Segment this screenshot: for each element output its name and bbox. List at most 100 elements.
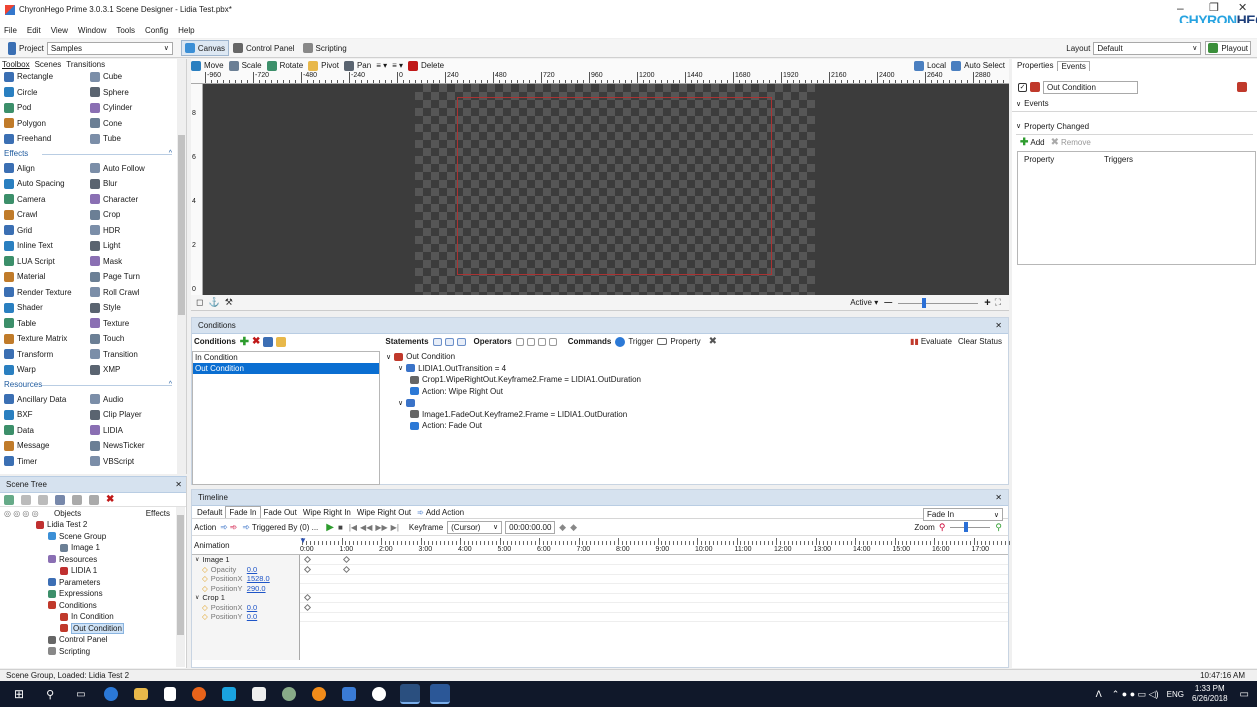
tool-timer[interactable]: Timer [0, 454, 86, 470]
tool-inline-text[interactable]: Inline Text [0, 238, 86, 254]
action-in-icon[interactable]: ➾ [220, 522, 228, 533]
prev-keyframe-icon[interactable]: ◆ [559, 522, 566, 533]
chyron-task-icon[interactable] [399, 684, 420, 704]
playout-button[interactable]: Playout [1205, 41, 1251, 55]
tool-page-turn[interactable]: Page Turn [86, 269, 172, 285]
tree-item-scene-group[interactable]: Scene Group [4, 531, 186, 543]
conditions-close[interactable]: ✕ [995, 321, 1002, 330]
scene-tree-scrollbar[interactable] [176, 507, 185, 667]
toolbox-tab-transitions[interactable]: Transitions [66, 60, 105, 69]
tool-texture-matrix[interactable]: Texture Matrix [0, 331, 86, 347]
skype-icon[interactable] [221, 687, 236, 701]
effects-header[interactable]: Effects ^ [0, 147, 186, 161]
search-icon[interactable]: ⚲ [46, 688, 54, 701]
zoom-in-button[interactable]: + [984, 297, 990, 309]
keyframe-marker[interactable] [303, 603, 312, 611]
tool-circle[interactable]: Circle [0, 85, 86, 101]
delete-condition-icon[interactable]: ✖ [252, 336, 260, 347]
track-image-1[interactable]: ∨ Image 1 [192, 555, 299, 565]
tree-item-out-condition[interactable]: Out Condition [4, 622, 186, 635]
clear-command-icon[interactable]: ✖ [709, 336, 717, 347]
keyframe-diamond-icon[interactable]: ◇ [202, 584, 208, 593]
tool-camera[interactable]: Camera [0, 192, 86, 208]
tool-polygon[interactable]: Polygon [0, 116, 86, 132]
keyframe-diamond-icon[interactable]: ◇ [202, 565, 208, 574]
keyframe-marker[interactable] [303, 593, 312, 602]
keyframe-diamond-icon[interactable]: ◇ [202, 574, 208, 583]
play-icon[interactable]: ▶ [326, 522, 334, 533]
tab-scripting[interactable]: Scripting [299, 40, 351, 56]
canvas-local-button[interactable]: Local [913, 60, 946, 71]
op-equals-icon[interactable] [515, 337, 524, 346]
expand-icon[interactable]: ∨ [386, 353, 391, 361]
properties-tab-events[interactable]: Events [1057, 60, 1090, 71]
track-value[interactable]: 0.0 [247, 612, 257, 621]
app-icon-d[interactable] [371, 687, 386, 701]
keyframe-mode-dropdown[interactable]: (Cursor) ∨ [447, 520, 503, 534]
tool-transform[interactable]: Transform [0, 347, 86, 363]
project-dropdown[interactable]: Samples ∨ [46, 41, 173, 55]
tool-roll-crawl[interactable]: Roll Crawl [86, 285, 172, 301]
tool-lidia[interactable]: LIDIA [86, 423, 172, 439]
file-explorer-icon[interactable] [133, 688, 148, 700]
toolbox-tab-scenes[interactable]: Scenes [35, 60, 62, 69]
align-dropdown[interactable]: ≡ ▾ [376, 61, 387, 70]
menu-file[interactable]: File [4, 23, 17, 38]
copy-icon[interactable] [21, 494, 31, 505]
menu-tools[interactable]: Tools [116, 23, 135, 38]
expand-icon[interactable]: ∨ [195, 556, 199, 563]
canvas-stage[interactable] [415, 84, 815, 295]
timeline-action-dropdown[interactable]: Fade In ∨ [923, 508, 1003, 521]
expand-icon[interactable]: ∨ [398, 399, 403, 407]
expand-icon[interactable]: ∨ [398, 364, 403, 372]
tool-shader[interactable]: Shader [0, 300, 86, 316]
tree-item-image-1[interactable]: Image 1 [4, 542, 186, 554]
word-task-icon[interactable] [429, 684, 450, 704]
tree-item-conditions[interactable]: Conditions [4, 600, 186, 612]
tool-transition[interactable]: Transition [86, 347, 172, 363]
tag-icon[interactable] [55, 494, 65, 505]
tool-character[interactable]: Character [86, 192, 172, 208]
playhead-icon[interactable]: ▼ [299, 536, 307, 545]
tool-hdr[interactable]: HDR [86, 223, 172, 239]
tree-item-expressions[interactable]: Expressions [4, 588, 186, 600]
condition-node[interactable]: ∨ [386, 397, 1006, 409]
timeline-close[interactable]: ✕ [995, 493, 1002, 502]
stop-icon[interactable]: ■ [338, 523, 343, 532]
go-end-icon[interactable]: ▶| [391, 523, 399, 532]
tab-control-panel[interactable]: Control Panel [229, 40, 298, 56]
tool-message[interactable]: Message [0, 438, 86, 454]
toolbox-scrollbar[interactable] [177, 59, 186, 474]
tool-material[interactable]: Material [0, 269, 86, 285]
keyframe-marker[interactable] [303, 555, 312, 564]
tree-item-scripting[interactable]: Scripting [4, 646, 186, 658]
op-less-icon[interactable] [537, 337, 546, 346]
condition-node[interactable]: ∨ LIDIA1.OutTransition = 4 [386, 363, 1006, 375]
properties-tab-properties[interactable]: Properties [1014, 61, 1056, 70]
canvas-move-button[interactable]: Move [191, 60, 224, 71]
canvas-rotate-button[interactable]: Rotate [266, 60, 303, 71]
tree-item-resources[interactable]: Resources [4, 554, 186, 566]
group-icon[interactable] [72, 494, 82, 505]
property-changed-section[interactable]: ∨ Property Changed [1012, 118, 1257, 134]
scene-tree-close[interactable]: ✕ [175, 480, 182, 489]
tool-ancillary-data[interactable]: Ancillary Data [0, 392, 86, 408]
canvas-pan-button[interactable]: Pan [343, 60, 371, 71]
people-icon[interactable]: ᐱ [1096, 689, 1102, 700]
anchor-icon[interactable]: ⚓ [208, 297, 219, 308]
tool-sphere[interactable]: Sphere [86, 85, 172, 101]
track-area[interactable] [300, 555, 1008, 660]
zoom-in-icon[interactable]: ⚲ [995, 522, 1002, 533]
tool-newsticker[interactable]: NewsTicker [86, 438, 172, 454]
track-positiony[interactable]: ◇ PositionY 0.0 [192, 612, 299, 622]
app-icon-b[interactable] [281, 687, 296, 701]
tool-blur[interactable]: Blur [86, 176, 172, 192]
timeline-zoom-slider[interactable] [950, 522, 991, 532]
chrome-icon[interactable] [191, 687, 206, 701]
menu-window[interactable]: Window [78, 23, 106, 38]
tool-bxf[interactable]: BXF [0, 407, 86, 423]
tab-canvas[interactable]: Canvas [180, 40, 230, 56]
canvas-zoom-slider[interactable] [898, 297, 979, 308]
tree-item-control-panel[interactable]: Control Panel [4, 634, 186, 646]
track-positionx[interactable]: ◇ PositionX 1528.0 [192, 574, 299, 584]
